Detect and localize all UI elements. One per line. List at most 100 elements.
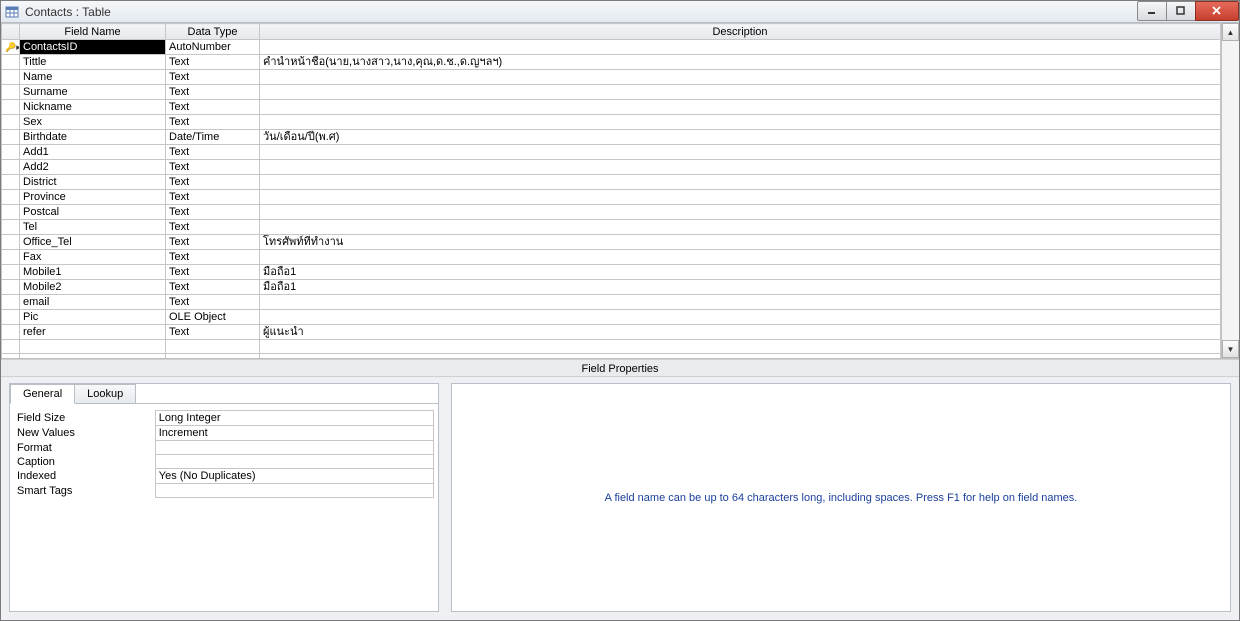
property-value[interactable]: Increment bbox=[155, 426, 433, 441]
data-type-cell[interactable]: Text bbox=[166, 235, 260, 250]
field-name-cell[interactable]: Mobile1 bbox=[20, 265, 166, 280]
data-type-cell[interactable]: Text bbox=[166, 115, 260, 130]
vertical-scrollbar[interactable]: ▲ ▼ bbox=[1221, 23, 1239, 358]
description-cell[interactable] bbox=[260, 100, 1221, 115]
table-row[interactable]: TittleTextคำนำหน้าชื่อ(นาย,นางสาว,นาง,คุ… bbox=[2, 55, 1221, 70]
row-selector[interactable] bbox=[2, 130, 20, 145]
description-cell[interactable]: คำนำหน้าชื่อ(นาย,นางสาว,นาง,คุณ,ด.ช.,ด.ญ… bbox=[260, 55, 1221, 70]
row-selector[interactable]: 🔑▸ bbox=[2, 40, 20, 55]
data-type-cell[interactable]: Text bbox=[166, 70, 260, 85]
row-selector[interactable] bbox=[2, 115, 20, 130]
scroll-track[interactable] bbox=[1222, 41, 1239, 340]
maximize-button[interactable] bbox=[1166, 1, 1196, 21]
table-row[interactable]: 🔑▸ContactsIDAutoNumber bbox=[2, 40, 1221, 55]
property-row[interactable]: Field SizeLong Integer bbox=[14, 411, 434, 426]
row-selector[interactable] bbox=[2, 70, 20, 85]
row-selector[interactable] bbox=[2, 100, 20, 115]
table-row[interactable]: Add2Text bbox=[2, 160, 1221, 175]
field-name-cell[interactable]: Add1 bbox=[20, 145, 166, 160]
property-value[interactable] bbox=[155, 441, 433, 455]
property-row[interactable]: IndexedYes (No Duplicates) bbox=[14, 469, 434, 484]
table-row[interactable] bbox=[2, 354, 1221, 359]
description-cell[interactable]: ผู้แนะนำ bbox=[260, 325, 1221, 340]
description-header[interactable]: Description bbox=[260, 24, 1221, 40]
minimize-button[interactable] bbox=[1137, 1, 1167, 21]
scroll-down-button[interactable]: ▼ bbox=[1222, 340, 1239, 358]
table-row[interactable] bbox=[2, 340, 1221, 354]
data-type-cell[interactable]: Text bbox=[166, 85, 260, 100]
description-cell[interactable] bbox=[260, 160, 1221, 175]
table-row[interactable]: PicOLE Object bbox=[2, 310, 1221, 325]
data-type-cell[interactable]: Text bbox=[166, 100, 260, 115]
row-selector[interactable] bbox=[2, 145, 20, 160]
row-selector[interactable] bbox=[2, 85, 20, 100]
table-row[interactable]: Mobile2Textมือถือ1 bbox=[2, 280, 1221, 295]
field-name-header[interactable]: Field Name bbox=[20, 24, 166, 40]
field-name-cell[interactable] bbox=[20, 340, 166, 354]
row-selector[interactable] bbox=[2, 295, 20, 310]
description-cell[interactable] bbox=[260, 145, 1221, 160]
table-row[interactable]: SexText bbox=[2, 115, 1221, 130]
field-name-cell[interactable]: ContactsID bbox=[20, 40, 166, 55]
description-cell[interactable] bbox=[260, 354, 1221, 359]
table-row[interactable]: ProvinceText bbox=[2, 190, 1221, 205]
field-name-cell[interactable]: Birthdate bbox=[20, 130, 166, 145]
table-row[interactable]: DistrictText bbox=[2, 175, 1221, 190]
description-cell[interactable]: วัน/เดือน/ปี(พ.ศ) bbox=[260, 130, 1221, 145]
property-row[interactable]: Format bbox=[14, 441, 434, 455]
data-type-cell[interactable]: Text bbox=[166, 55, 260, 70]
description-cell[interactable]: โทรศัพท์ที่ทำงาน bbox=[260, 235, 1221, 250]
titlebar[interactable]: Contacts : Table bbox=[1, 1, 1239, 23]
field-name-cell[interactable]: Add2 bbox=[20, 160, 166, 175]
property-row[interactable]: New ValuesIncrement bbox=[14, 426, 434, 441]
description-cell[interactable]: มือถือ1 bbox=[260, 280, 1221, 295]
description-cell[interactable] bbox=[260, 250, 1221, 265]
data-type-cell[interactable]: Date/Time bbox=[166, 130, 260, 145]
row-selector[interactable] bbox=[2, 190, 20, 205]
property-value[interactable] bbox=[155, 455, 433, 469]
table-row[interactable]: FaxText bbox=[2, 250, 1221, 265]
description-cell[interactable]: มือถือ1 bbox=[260, 265, 1221, 280]
table-row[interactable]: TelText bbox=[2, 220, 1221, 235]
description-cell[interactable] bbox=[260, 115, 1221, 130]
data-type-cell[interactable]: Text bbox=[166, 205, 260, 220]
close-button[interactable] bbox=[1195, 1, 1239, 21]
data-type-cell[interactable] bbox=[166, 354, 260, 359]
data-type-cell[interactable]: Text bbox=[166, 145, 260, 160]
field-name-cell[interactable]: Sex bbox=[20, 115, 166, 130]
table-row[interactable]: Add1Text bbox=[2, 145, 1221, 160]
field-name-cell[interactable]: Postcal bbox=[20, 205, 166, 220]
description-cell[interactable] bbox=[260, 190, 1221, 205]
field-name-cell[interactable]: Office_Tel bbox=[20, 235, 166, 250]
data-type-cell[interactable]: OLE Object bbox=[166, 310, 260, 325]
description-cell[interactable] bbox=[260, 205, 1221, 220]
table-row[interactable]: referTextผู้แนะนำ bbox=[2, 325, 1221, 340]
description-cell[interactable] bbox=[260, 40, 1221, 55]
row-selector[interactable] bbox=[2, 235, 20, 250]
data-type-cell[interactable]: Text bbox=[166, 175, 260, 190]
property-value[interactable]: Long Integer bbox=[155, 411, 433, 426]
properties-table[interactable]: Field SizeLong IntegerNew ValuesIncremen… bbox=[14, 410, 434, 498]
table-row[interactable]: PostcalText bbox=[2, 205, 1221, 220]
table-row[interactable]: Mobile1Textมือถือ1 bbox=[2, 265, 1221, 280]
table-row[interactable]: NameText bbox=[2, 70, 1221, 85]
field-name-cell[interactable]: Fax bbox=[20, 250, 166, 265]
description-cell[interactable] bbox=[260, 85, 1221, 100]
row-selector[interactable] bbox=[2, 250, 20, 265]
description-cell[interactable] bbox=[260, 310, 1221, 325]
description-cell[interactable] bbox=[260, 220, 1221, 235]
row-selector[interactable] bbox=[2, 310, 20, 325]
property-row[interactable]: Smart Tags bbox=[14, 484, 434, 498]
table-row[interactable]: SurnameText bbox=[2, 85, 1221, 100]
field-name-cell[interactable]: Province bbox=[20, 190, 166, 205]
row-selector-header[interactable] bbox=[2, 24, 20, 40]
field-name-cell[interactable]: Pic bbox=[20, 310, 166, 325]
data-type-cell[interactable]: Text bbox=[166, 160, 260, 175]
description-cell[interactable] bbox=[260, 175, 1221, 190]
data-type-cell[interactable]: Text bbox=[166, 250, 260, 265]
tab-lookup[interactable]: Lookup bbox=[74, 384, 136, 404]
row-selector[interactable] bbox=[2, 340, 20, 354]
field-name-cell[interactable] bbox=[20, 354, 166, 359]
data-type-cell[interactable]: AutoNumber bbox=[166, 40, 260, 55]
field-name-cell[interactable]: Tittle bbox=[20, 55, 166, 70]
